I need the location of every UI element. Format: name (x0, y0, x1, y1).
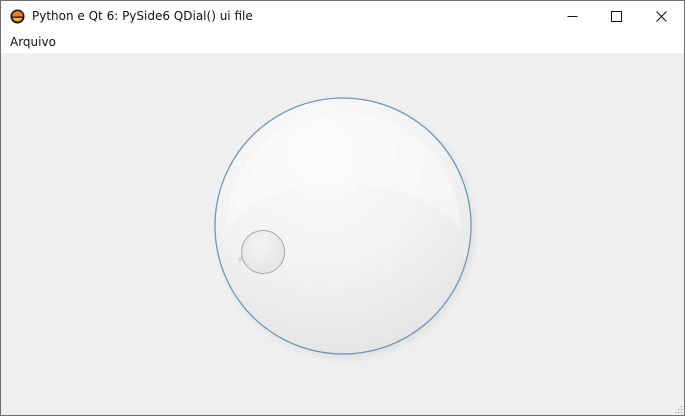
close-button[interactable] (638, 1, 684, 32)
minimize-button[interactable] (549, 1, 595, 32)
main-window: Python e Qt 6: PySide6 QDial() ui file A… (0, 0, 685, 416)
window-title: Python e Qt 6: PySide6 QDial() ui file (32, 9, 253, 23)
close-icon (655, 11, 667, 22)
size-grip-icon[interactable] (673, 404, 683, 414)
title-bar[interactable]: Python e Qt 6: PySide6 QDial() ui file (1, 1, 684, 32)
maximize-icon (610, 11, 622, 22)
menu-bar: Arquivo (1, 32, 684, 53)
central-widget (1, 53, 684, 415)
dial-handle[interactable] (241, 230, 286, 274)
minimize-icon (567, 16, 577, 17)
dial[interactable] (206, 89, 486, 369)
menu-arquivo[interactable]: Arquivo (4, 33, 62, 52)
python-logo-icon (10, 9, 25, 24)
maximize-button[interactable] (593, 1, 639, 32)
